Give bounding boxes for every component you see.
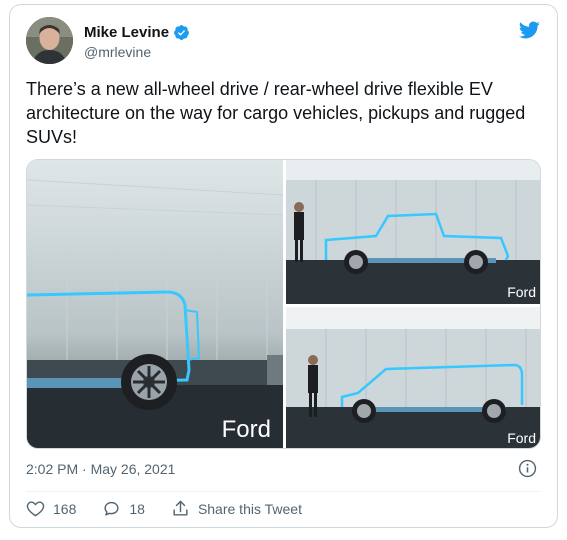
reply-count: 18 (129, 500, 145, 517)
avatar[interactable] (26, 17, 73, 64)
ford-watermark: Ford (507, 284, 536, 300)
verified-badge-icon (174, 25, 189, 40)
tweet-text: There’s a new all-wheel drive / rear-whe… (26, 79, 531, 147)
reply-button[interactable]: 18 (102, 499, 145, 518)
media-photo-pickup[interactable]: Ford (286, 160, 540, 304)
info-icon[interactable] (518, 459, 537, 478)
share-icon (173, 500, 188, 516)
tweet-media-grid[interactable]: Ford Ford Ford (26, 159, 541, 449)
divider (26, 491, 541, 492)
twitter-bird-icon[interactable] (517, 19, 541, 41)
ford-watermark: Ford (221, 416, 271, 443)
heart-icon (26, 501, 45, 517)
tweet-timestamp[interactable]: 2:02 PM · May 26, 2021 (26, 461, 175, 477)
share-button[interactable]: Share this Tweet (171, 499, 302, 518)
ford-watermark: Ford (507, 430, 536, 446)
media-photo-van-closeup[interactable]: Ford (27, 160, 283, 448)
like-button[interactable]: 168 (26, 499, 76, 518)
author-name[interactable]: Mike Levine (84, 24, 169, 41)
share-label: Share this Tweet (197, 500, 302, 517)
author-name-row: Mike Levine (84, 24, 190, 41)
reply-icon (104, 501, 119, 516)
tweet-actions: 168 18 Share this Tweet (26, 499, 328, 518)
tweet-card: Mike Levine @mrlevine There’s a new all-… (9, 4, 558, 528)
author-handle[interactable]: @mrlevine (84, 44, 151, 60)
like-count: 168 (53, 500, 77, 517)
media-photo-van[interactable]: Ford (286, 307, 540, 448)
tweet-header: Mike Levine @mrlevine (26, 17, 541, 67)
